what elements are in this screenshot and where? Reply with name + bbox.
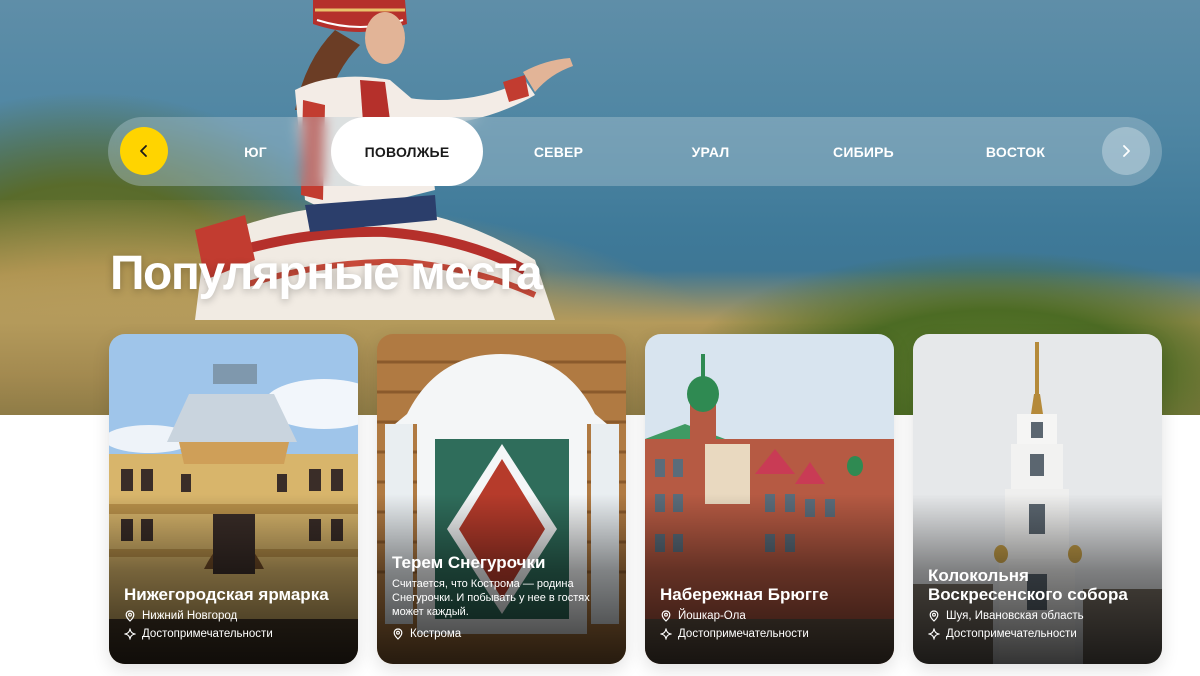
sparkle-icon	[660, 628, 672, 640]
place-card-terem-snegurochki[interactable]: Терем Снегурочки Считается, что Кострома…	[377, 334, 626, 664]
card-category: Достопримечательности	[660, 628, 809, 640]
card-title: Набережная Брюгге	[660, 585, 829, 604]
section-title: Популярные места	[110, 247, 543, 300]
card-category-text: Достопримечательности	[678, 628, 809, 640]
card-location: Кострома	[392, 628, 461, 640]
card-description: Считается, что Кострома — родина Снегуро…	[392, 578, 590, 618]
card-location-text: Кострома	[410, 628, 462, 640]
pin-icon	[393, 628, 403, 640]
card-location-text: Йошкар-Ола	[678, 610, 746, 622]
place-card-nizhegorodskaya-yarmarka[interactable]: Нижегородская ярмарка Нижний Новгород До…	[109, 334, 358, 664]
card-title: Колокольня Воскресенского собора	[928, 566, 1128, 604]
place-card-kolokolnya-voskresenskogo-sobora[interactable]: Колокольня Воскресенского собора Шуя, Ив…	[913, 334, 1162, 664]
card-location: Шуя, Ивановская область	[928, 610, 1084, 622]
card-location: Йошкар-Ола	[660, 610, 746, 622]
tab-ural[interactable]: УРАЛ	[643, 117, 778, 186]
pin-icon	[125, 610, 135, 622]
card-title: Нижегородская ярмарка	[124, 585, 329, 604]
place-card-naberezhnaya-bryugge[interactable]: Набережная Брюгге Йошкар-Ола Достопримеч…	[645, 334, 894, 664]
card-category-text: Достопримечательности	[946, 628, 1077, 640]
tab-povolzhye[interactable]: ПОВОЛЖЬЕ	[331, 117, 483, 186]
pin-icon	[929, 610, 939, 622]
tab-vostok[interactable]: ВОСТОК	[948, 117, 1083, 186]
pin-icon	[661, 610, 671, 622]
card-category: Достопримечательности	[928, 628, 1077, 640]
tab-sibir[interactable]: СИБИРЬ	[796, 117, 931, 186]
chevron-left-icon	[140, 145, 147, 157]
card-category-text: Достопримечательности	[142, 628, 273, 640]
card-title: Терем Снегурочки	[392, 553, 546, 572]
card-category: Достопримечательности	[124, 628, 273, 640]
card-location: Нижний Новгород	[124, 610, 237, 622]
chevron-right-icon	[1123, 145, 1130, 157]
region-selector: ЮГ ПОВОЛЖЬЕ СЕВЕР УРАЛ СИБИРЬ ВОСТОК	[108, 117, 1162, 186]
sparkle-icon	[928, 628, 940, 640]
tab-sever[interactable]: СЕВЕР	[491, 117, 626, 186]
card-location-text: Шуя, Ивановская область	[946, 610, 1084, 622]
region-prev-button[interactable]	[120, 127, 168, 175]
region-next-button[interactable]	[1102, 127, 1150, 175]
card-location-text: Нижний Новгород	[142, 610, 238, 622]
sparkle-icon	[124, 628, 136, 640]
tab-yug[interactable]: ЮГ	[188, 117, 323, 186]
